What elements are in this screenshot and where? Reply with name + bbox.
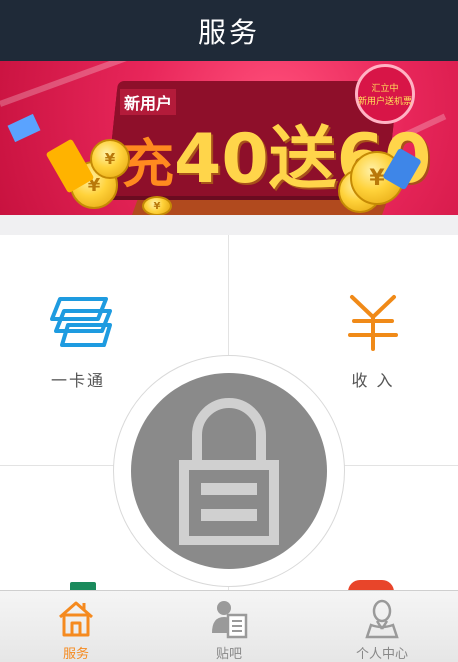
card-stack-icon: [50, 297, 112, 347]
ticket-icon: [7, 113, 41, 143]
banner-badge-line1: 汇立中: [371, 84, 399, 94]
banner-headline-prefix: 充: [122, 135, 175, 195]
tab-profile[interactable]: 个人中心: [306, 591, 458, 662]
tab-label: 个人中心: [355, 647, 408, 662]
coin-icon: ¥: [90, 139, 130, 179]
tab-service[interactable]: 服务: [0, 591, 152, 662]
tile-label: 收 入: [351, 371, 395, 390]
lock-button[interactable]: [131, 373, 327, 569]
forum-icon: [212, 601, 248, 639]
profile-icon: [365, 599, 399, 639]
tab-label: 服务: [62, 647, 89, 662]
section-divider: [0, 215, 458, 235]
page-title: 服务: [197, 15, 260, 49]
banner-badge: 汇立中 新用户送机票: [355, 64, 415, 124]
tile-label: 一卡通: [50, 371, 105, 390]
bottom-tab-bar: 服务 贴吧 个人中心: [0, 590, 458, 662]
lock-icon: [179, 398, 279, 545]
promo-banner[interactable]: 新用户 充40送60 汇立中 新用户送机票 ¥ ¥ ¥ ¥ ¥: [0, 61, 458, 215]
header-bar: 服务: [0, 0, 458, 61]
tab-forum[interactable]: 贴吧: [153, 591, 305, 662]
banner-badge-line2: 新用户送机票: [358, 97, 413, 107]
tab-label: 贴吧: [215, 647, 242, 662]
yen-icon: [348, 295, 398, 351]
home-icon: [59, 601, 93, 637]
banner-ray: [0, 61, 133, 107]
coin-icon: ¥: [142, 196, 172, 215]
